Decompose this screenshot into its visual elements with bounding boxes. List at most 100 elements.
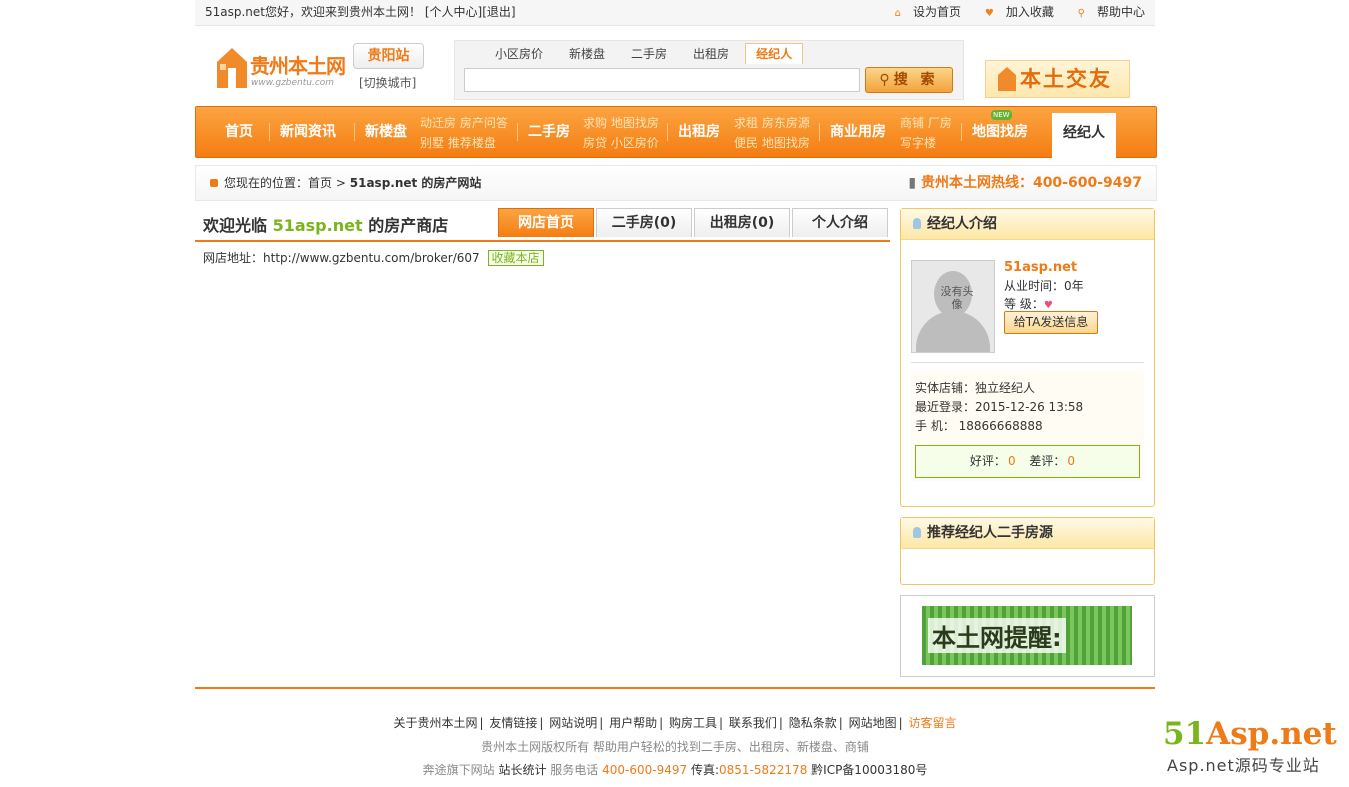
- recommend-panel-header: 推荐经纪人二手房源: [901, 518, 1154, 549]
- avatar-body-shape: [916, 311, 990, 352]
- main-nav: 首页 新闻资讯 新楼盘 动迁房 房产问答 别墅 推荐楼盘 二手房 求购 地图找房…: [195, 106, 1157, 158]
- search-tab-community-price[interactable]: 小区房价: [485, 44, 553, 64]
- nav-secondhand-sub-line-1[interactable]: 求购 地图找房: [583, 113, 659, 133]
- breadcrumb-separator: >: [335, 176, 346, 190]
- shop-header: 欢迎光临 51asp.net 的房产商店 网店首页 二手房(0) 出租房(0) …: [195, 208, 890, 242]
- tab-shop-home[interactable]: 网店首页: [498, 208, 594, 237]
- add-favorite-link[interactable]: ♥ 加入收藏: [975, 5, 1054, 19]
- nav-news[interactable]: 新闻资讯: [280, 107, 336, 157]
- shop-name: 51asp.net: [272, 216, 363, 235]
- recommend-panel: 推荐经纪人二手房源: [900, 517, 1155, 585]
- search-box: 小区房价 新楼盘 二手房 出租房 经纪人 ⚲ 搜 索: [454, 40, 964, 100]
- search-button-icon: ⚲: [879, 72, 890, 88]
- dating-banner[interactable]: 本土交友: [985, 60, 1130, 98]
- logout-link[interactable]: [退出]: [482, 5, 515, 19]
- nav-divider: [517, 123, 518, 141]
- set-homepage-label: 设为首页: [913, 5, 962, 19]
- site-logo[interactable]: 贵州本土网 www.gzbentu.com: [217, 46, 352, 90]
- footer-info: 奔途旗下网站 站长统计 服务电话 400-600-9497 传真:0851-58…: [195, 761, 1155, 778]
- breadcrumb-home-link[interactable]: 首页: [308, 176, 332, 190]
- search-tab-new-house[interactable]: 新楼盘: [559, 44, 615, 64]
- footer-group-site: 奔途旗下网站: [422, 763, 495, 777]
- nav-secondhand[interactable]: 二手房: [528, 107, 570, 157]
- footer-icp[interactable]: 黔ICP备10003180号: [811, 763, 927, 777]
- nav-divider: [819, 123, 820, 141]
- bad-rating-label: 差评：: [1029, 454, 1066, 468]
- search-input[interactable]: [464, 68, 860, 92]
- nav-new-house-sub-line-2[interactable]: 别墅 推荐楼盘: [420, 133, 508, 153]
- top-right-links: ⌂ 设为首页 ♥ 加入收藏 ⚲ 帮助中心: [875, 0, 1145, 26]
- collect-shop-button[interactable]: 收藏本店: [487, 250, 544, 266]
- footer-link-privacy[interactable]: 隐私条款: [789, 716, 837, 730]
- hotline-text: 贵州本土网热线：400-600-9497: [920, 175, 1142, 191]
- nav-commercial-sub-line-2[interactable]: 写字楼: [900, 133, 952, 153]
- nav-home[interactable]: 首页: [225, 107, 253, 157]
- top-greeting-area: 51asp.net您好，欢迎来到贵州本土网！ [个人中心][退出]: [205, 0, 516, 25]
- search-tab-broker[interactable]: 经纪人: [745, 43, 804, 64]
- broker-name[interactable]: 51asp.net: [1004, 260, 1077, 275]
- set-homepage-link[interactable]: ⌂ 设为首页: [885, 5, 961, 19]
- nav-divider: [269, 123, 270, 141]
- broker-level: 等 级：♥: [1004, 295, 1053, 312]
- watermark-subtitle: Asp.net源码专业站: [1167, 756, 1320, 775]
- nav-new-house-sub-line-1[interactable]: 动迁房 房产问答: [420, 113, 508, 133]
- tab-profile[interactable]: 个人介绍: [792, 208, 888, 237]
- shop-address-link[interactable]: http://www.gzbentu.com/broker/607: [263, 251, 480, 265]
- search-tab-rent[interactable]: 出租房: [683, 44, 739, 64]
- tab-rent[interactable]: 出租房(0): [694, 208, 790, 237]
- footer-link-sitemap[interactable]: 网站地图: [849, 716, 897, 730]
- heart-icon: ♥: [984, 8, 994, 19]
- footer-link-tools[interactable]: 购房工具: [669, 716, 717, 730]
- nav-broker[interactable]: 经纪人: [1052, 113, 1116, 158]
- nav-rent-sub-line-1[interactable]: 求租 房东房源: [734, 113, 810, 133]
- broker-store: 实体店铺：独立经纪人: [915, 381, 1036, 395]
- send-message-button[interactable]: 给TA发送信息: [1004, 311, 1098, 334]
- search-button[interactable]: ⚲ 搜 索: [865, 67, 953, 93]
- hotline: ▮ 贵州本土网热线：400-600-9497: [908, 166, 1142, 200]
- nav-rent-sub-line-2[interactable]: 便民 地图找房: [734, 133, 810, 153]
- footer-link-guestbook[interactable]: 访客留言: [908, 716, 956, 730]
- search-tab-secondhand[interactable]: 二手房: [621, 44, 677, 64]
- footer-copyright: 贵州本土网版权所有 帮助用户轻松的找到二手房、出租房、新楼盘、商铺: [481, 740, 869, 754]
- user-center-link[interactable]: [个人中心]: [425, 5, 482, 19]
- switch-city-link[interactable]: [切换城市]: [359, 74, 416, 91]
- logo-name: 贵州本土网: [250, 56, 346, 78]
- help-center-link[interactable]: ⚲ 帮助中心: [1068, 5, 1145, 19]
- avatar: 没有头像: [911, 260, 995, 353]
- shop-title: 欢迎光临 51asp.net 的房产商店: [203, 212, 448, 236]
- footer-links: 关于贵州本土网 | 友情链接 | 网站说明 | 用户帮助 | 购房工具 | 联系我们 | 隐…: [393, 716, 957, 730]
- breadcrumb-current: 51asp.net 的房产网站: [349, 176, 482, 190]
- nav-rent[interactable]: 出租房: [678, 107, 720, 157]
- footer-link-help[interactable]: 用户帮助: [609, 716, 657, 730]
- broker-panel-header: 经纪人介绍: [901, 209, 1154, 240]
- nav-new-house[interactable]: 新楼盘: [365, 107, 407, 157]
- broker-level-label: 等 级：: [1004, 297, 1044, 311]
- search-tabs: 小区房价 新楼盘 二手房 出租房 经纪人: [485, 43, 809, 64]
- broker-panel-title: 经纪人介绍: [927, 216, 997, 232]
- nav-divider: [961, 123, 962, 141]
- good-rating-label: 好评：: [969, 454, 1006, 468]
- header: 贵州本土网 www.gzbentu.com 贵阳站 [切换城市] 小区房价 新楼盘…: [195, 38, 1155, 100]
- footer-phone: 400-600-9497: [602, 763, 688, 777]
- tab-secondhand[interactable]: 二手房(0): [596, 208, 692, 237]
- footer-link-about-site[interactable]: 网站说明: [549, 716, 597, 730]
- new-badge: NEW: [991, 110, 1012, 120]
- footer-stats-link[interactable]: 站长统计: [498, 763, 546, 777]
- avatar-placeholder-text: 没有头像: [940, 285, 974, 311]
- footer-fax-label: 传真:: [690, 763, 720, 777]
- heart-icon: ♥: [1043, 300, 1053, 311]
- footer-link-about[interactable]: 关于贵州本土网: [393, 716, 477, 730]
- recommend-panel-title: 推荐经纪人二手房源: [927, 525, 1053, 541]
- nav-commercial[interactable]: 商业用房: [830, 107, 886, 157]
- shop-address: 网店地址：http://www.gzbentu.com/broker/607 收…: [203, 249, 544, 266]
- nav-commercial-sub-line-1[interactable]: 商铺 厂房: [900, 113, 952, 133]
- nav-secondhand-sub-line-2[interactable]: 房贷 小区房价: [583, 133, 659, 153]
- notice-banner-text: 本土网提醒:: [928, 618, 1066, 653]
- footer-link-friends[interactable]: 友情链接: [489, 716, 537, 730]
- lightbulb-icon: [913, 527, 921, 538]
- notice-banner[interactable]: 本土网提醒:: [922, 606, 1132, 665]
- footer-link-contact[interactable]: 联系我们: [729, 716, 777, 730]
- nav-rent-sub: 求租 房东房源 便民 地图找房: [734, 113, 810, 153]
- current-city-badge: 贵阳站: [353, 43, 424, 69]
- nav-new-house-sub: 动迁房 房产问答 别墅 推荐楼盘: [420, 113, 508, 153]
